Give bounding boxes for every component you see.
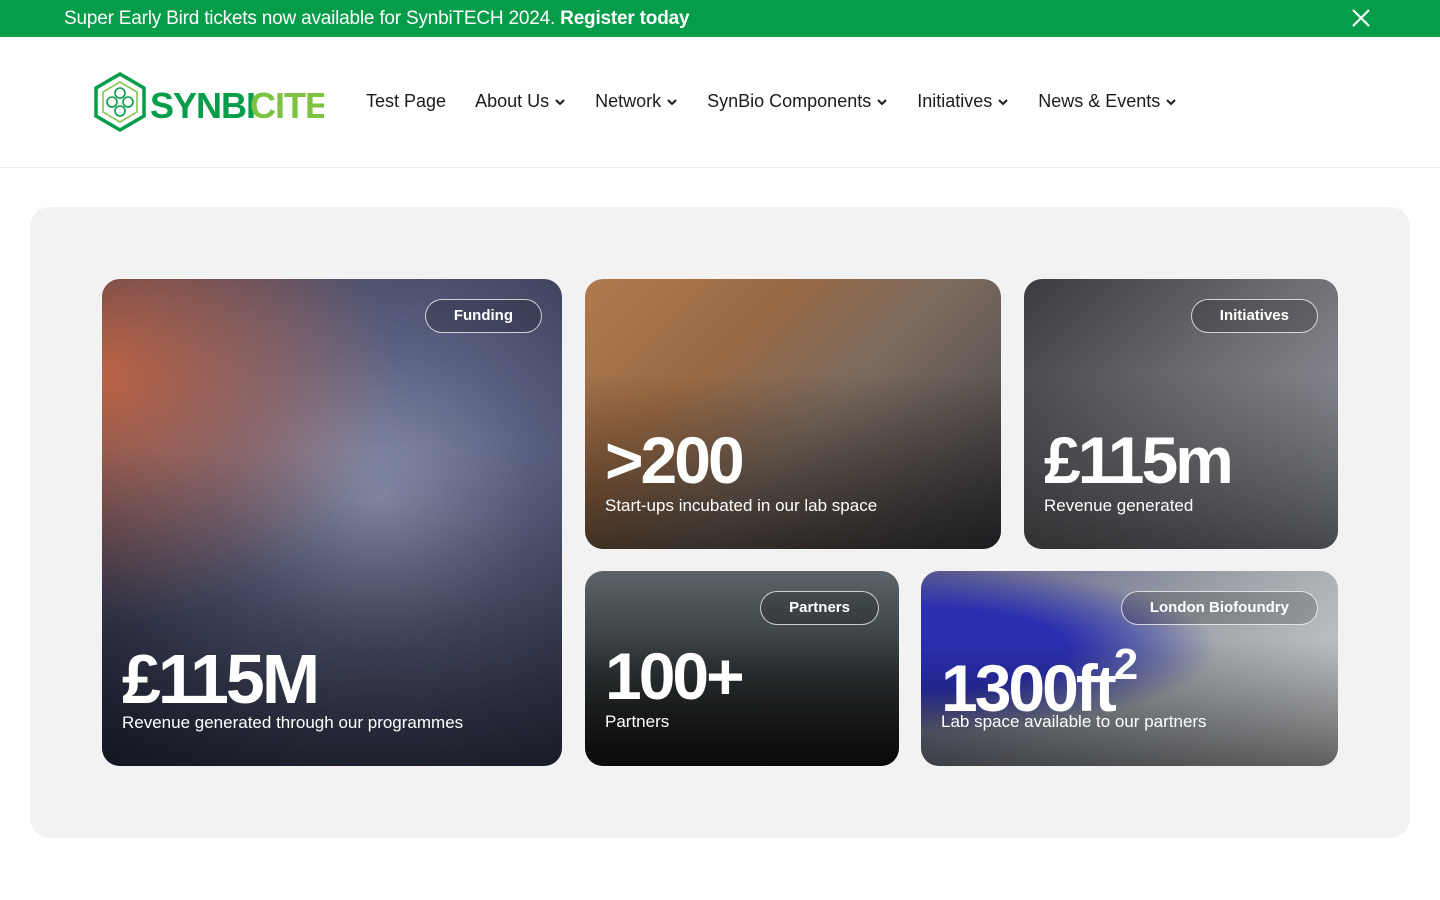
stat-card-initiatives[interactable]: Initiatives £115m Revenue generated bbox=[1024, 279, 1338, 549]
nav-item-label: Test Page bbox=[366, 91, 447, 111]
chevron-down-icon bbox=[998, 98, 1008, 105]
logo-wordmark-synbi: SYNBI bbox=[150, 85, 255, 126]
nav-item-label: Network bbox=[595, 91, 662, 111]
stat-superscript: 2 bbox=[1113, 640, 1139, 689]
stat-value: £115m bbox=[1044, 423, 1234, 497]
synbicite-logo[interactable]: SYNBI CITE bbox=[92, 72, 324, 134]
main-nav: Test Page About Us Network SynBio Compon… bbox=[366, 91, 1206, 112]
chevron-down-icon bbox=[877, 98, 887, 105]
stat-value: £115M bbox=[122, 640, 320, 718]
stat-card-startups[interactable]: >200 Start-ups incubated in our lab spac… bbox=[585, 279, 1001, 549]
nav-item-label: About Us bbox=[475, 91, 550, 111]
card-tag[interactable]: Funding bbox=[424, 299, 542, 333]
nav-item-label: News & Events bbox=[1038, 91, 1161, 111]
chevron-down-icon bbox=[555, 98, 565, 105]
card-tag[interactable]: Partners bbox=[760, 591, 879, 625]
stat-value: 100+ bbox=[605, 639, 745, 713]
close-icon[interactable] bbox=[1350, 7, 1372, 29]
stat-card-biofoundry[interactable]: London Biofoundry 1300ft2 Lab space avai… bbox=[921, 571, 1338, 766]
stat-value: 1300ft2 bbox=[941, 640, 1139, 725]
chevron-down-icon bbox=[1166, 98, 1177, 105]
card-tag[interactable]: London Biofoundry bbox=[1120, 591, 1318, 625]
nav-item-synbio-components[interactable]: SynBio Components bbox=[707, 91, 888, 112]
announcement-banner: Super Early Bird tickets now available f… bbox=[0, 0, 1440, 37]
stat-card-funding[interactable]: Funding £115M Revenue generated through … bbox=[102, 279, 562, 766]
logo-wordmark-cite: CITE bbox=[250, 85, 324, 126]
register-link[interactable]: Register today bbox=[560, 8, 689, 29]
stat-description: Revenue generated through our programmes bbox=[122, 713, 464, 732]
nav-item-about-us[interactable]: About Us bbox=[475, 91, 566, 112]
stat-description: Revenue generated bbox=[1044, 496, 1194, 515]
stat-description: Start-ups incubated in our lab space bbox=[605, 496, 878, 515]
nav-item-test-page[interactable]: Test Page bbox=[366, 91, 446, 112]
stat-description: Partners bbox=[605, 712, 670, 731]
banner-message: Super Early Bird tickets now available f… bbox=[64, 8, 690, 30]
stat-card-partners[interactable]: Partners 100+ Partners bbox=[585, 571, 899, 766]
nav-item-news-events[interactable]: News & Events bbox=[1038, 91, 1177, 112]
card-tag[interactable]: Initiatives bbox=[1190, 299, 1318, 333]
nav-item-initiatives[interactable]: Initiatives bbox=[917, 91, 1009, 112]
stat-value: >200 bbox=[605, 423, 745, 497]
nav-item-label: SynBio Components bbox=[707, 91, 872, 111]
stats-panel: Funding £115M Revenue generated through … bbox=[30, 207, 1410, 838]
stat-description: Lab space available to our partners bbox=[941, 712, 1207, 731]
site-header: SYNBI CITE Test Page About Us Network Sy… bbox=[0, 37, 1440, 168]
hexagon-logo-icon bbox=[94, 72, 146, 133]
banner-text: Super Early Bird tickets now available f… bbox=[64, 8, 556, 29]
nav-item-label: Initiatives bbox=[917, 91, 993, 111]
chevron-down-icon bbox=[667, 98, 677, 105]
nav-item-network[interactable]: Network bbox=[595, 91, 678, 112]
